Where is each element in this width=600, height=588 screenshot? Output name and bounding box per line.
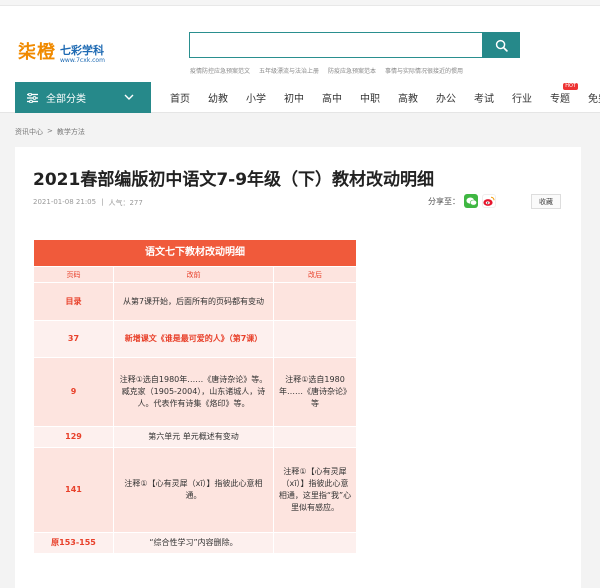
site-header: 柒橙 七彩学科 www.7cxk.com 疫情防控应急预案范文 五年级漂流与法治… <box>0 6 600 82</box>
breadcrumb: 资讯中心 > 教学方法 <box>15 127 85 137</box>
before-cell: 注释①【心有灵犀（xī）】指彼此心意相通。 <box>113 447 274 533</box>
column-header: 改前 <box>113 266 274 283</box>
hotword-link[interactable]: 防疫应急预案范本 <box>328 66 376 75</box>
favorite-button[interactable]: 收藏 <box>531 194 561 209</box>
nav-item-primary[interactable]: 小学 <box>246 90 266 105</box>
breadcrumb-news-center[interactable]: 资讯中心 <box>15 127 43 137</box>
table-row: 129 第六单元 单元概述有变动 <box>33 426 358 448</box>
after-cell: 注释①选自1980年……《唐诗杂论》等 <box>272 357 358 427</box>
hot-badge: HOT <box>563 83 578 90</box>
share-label: 分享至： <box>428 196 460 206</box>
column-header: 改后 <box>272 266 358 283</box>
nav-item-higher-ed[interactable]: 高教 <box>398 90 418 105</box>
after-cell <box>272 426 358 448</box>
after-cell: 注释①【心有灵犀（xī）】指彼此心意相通，这里指“我”心里似有感应。 <box>272 447 358 533</box>
breadcrumb-separator: > <box>47 127 53 135</box>
search-icon <box>495 39 508 52</box>
page-cell: 原153-155 <box>33 532 114 554</box>
main-nav: 全部分类 首页 幼教 小学 初中 高中 中职 高教 办公 考试 行业 专题 HO… <box>0 82 600 113</box>
table-caption: 语文七下教材改动明细 <box>32 239 358 267</box>
page-cell: 129 <box>33 426 114 448</box>
site-logo[interactable]: 柒橙 七彩学科 www.7cxk.com <box>18 38 105 64</box>
nav-item-office[interactable]: 办公 <box>436 90 456 105</box>
page-cell: 9 <box>33 357 114 427</box>
nav-item-junior-high[interactable]: 初中 <box>284 90 304 105</box>
logo-text: 七彩学科 www.7cxk.com <box>60 44 105 65</box>
page-cell: 141 <box>33 447 114 533</box>
wechat-icon[interactable] <box>464 194 478 208</box>
article-panel: 2021春部编版初中语文7-9年级（下）教材改动明细 2021-01-08 21… <box>15 147 581 588</box>
table-row: 目录 从第7课开始，后面所有的页码都有变动 <box>33 282 358 321</box>
hot-search-words: 疫情防控应急预案范文 五年级漂流与法治上册 防疫应急预案范本 事情与实际情况很接… <box>190 66 463 75</box>
search-button[interactable] <box>482 32 520 58</box>
column-header: 页码 <box>33 266 114 283</box>
hotword-link[interactable]: 疫情防控应急预案范文 <box>190 66 250 75</box>
nav-links: 首页 幼教 小学 初中 高中 中职 高教 办公 考试 行业 专题 HOT 免费区 <box>170 82 600 113</box>
nav-item-topics[interactable]: 专题 HOT <box>550 83 578 105</box>
weibo-icon[interactable] <box>482 194 496 208</box>
nav-item-vocational[interactable]: 中职 <box>360 90 380 105</box>
nav-item-exam[interactable]: 考试 <box>474 90 494 105</box>
all-categories-label: 全部分类 <box>46 94 86 105</box>
logo-url: www.7cxk.com <box>60 57 105 64</box>
chevron-down-icon <box>124 94 134 100</box>
table-row: 9 注释①选自1980年……《唐诗杂论》等。臧克家（1905-2004），山东诸… <box>33 357 358 427</box>
article-meta: 2021-01-08 21:05 | 人气：277 <box>33 198 143 208</box>
after-cell <box>272 320 358 358</box>
menu-icon <box>27 92 38 103</box>
after-cell <box>272 532 358 554</box>
logo-name: 七彩学科 <box>60 44 104 57</box>
meta-separator: | <box>101 198 104 206</box>
search-bar <box>189 32 520 58</box>
article-views: 人气：277 <box>108 199 143 207</box>
changes-table: 语文七下教材改动明细 页码 改前 改后 目录 从第7课开始，后面所有的页码都有变… <box>32 239 358 554</box>
article-date: 2021-01-08 21:05 <box>33 198 97 206</box>
before-cell: 第六单元 单元概述有变动 <box>113 426 274 448</box>
hotword-link[interactable]: 事情与实际情况很接近的惯用 <box>385 66 463 75</box>
before-cell: 新增课文《谁是最可爱的人》（第7课） <box>113 320 274 358</box>
table-header-row: 页码 改前 改后 <box>33 266 358 283</box>
nav-item-industry[interactable]: 行业 <box>512 90 532 105</box>
nav-item-preschool[interactable]: 幼教 <box>208 90 228 105</box>
before-cell: “综合性学习”内容删除。 <box>113 532 274 554</box>
table-row: 141 注释①【心有灵犀（xī）】指彼此心意相通。 注释①【心有灵犀（xī）】指… <box>33 447 358 533</box>
after-cell <box>272 282 358 321</box>
search-input[interactable] <box>189 32 482 58</box>
page-cell: 37 <box>33 320 114 358</box>
nav-item-free[interactable]: 免费区 <box>588 90 600 105</box>
before-cell: 注释①选自1980年……《唐诗杂论》等。臧克家（1905-2004），山东诸城人… <box>113 357 274 427</box>
all-categories-button[interactable]: 全部分类 <box>15 82 151 113</box>
page-cell: 目录 <box>33 282 114 321</box>
nav-item-senior-high[interactable]: 高中 <box>322 90 342 105</box>
before-cell: 从第7课开始，后面所有的页码都有变动 <box>113 282 274 321</box>
nav-item-home[interactable]: 首页 <box>170 90 190 105</box>
hotword-link[interactable]: 五年级漂流与法治上册 <box>259 66 319 75</box>
breadcrumb-teaching-methods[interactable]: 教学方法 <box>57 127 85 137</box>
share-bar: 分享至： <box>428 194 496 208</box>
table-row: 原153-155 “综合性学习”内容删除。 <box>33 532 358 554</box>
logo-mark: 柒橙 <box>18 42 56 63</box>
table-row: 37 新增课文《谁是最可爱的人》（第7课） <box>33 320 358 358</box>
article-title: 2021春部编版初中语文7-9年级（下）教材改动明细 <box>33 170 435 190</box>
nav-item-topics-label: 专题 <box>550 94 570 105</box>
